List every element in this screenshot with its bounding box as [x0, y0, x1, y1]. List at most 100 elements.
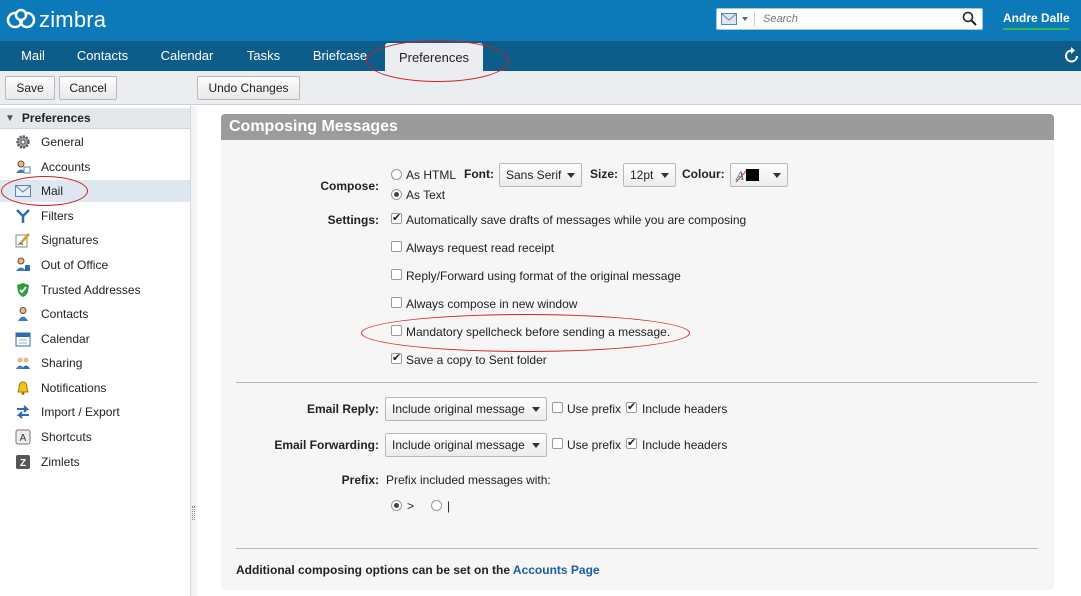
size-select[interactable]: 12pt [623, 163, 676, 187]
as-text-label[interactable]: As Text [406, 188, 445, 202]
reply-forward-format-label[interactable]: Reply/Forward using format of the origin… [406, 269, 681, 283]
email-forwarding-label: Email Forwarding: [274, 438, 379, 452]
tab-calendar[interactable]: Calendar [150, 41, 224, 71]
text-colour-icon: A [735, 168, 759, 183]
sidebar-item-general[interactable]: General [0, 131, 190, 153]
read-receipt-label[interactable]: Always request read receipt [406, 241, 554, 255]
zimbra-logo-icon [6, 8, 36, 29]
collapse-triangle-icon[interactable]: ▼ [5, 113, 15, 124]
keyboard-icon: A [14, 428, 32, 446]
font-value: Sans Serif [506, 168, 562, 182]
mandatory-spellcheck-label[interactable]: Mandatory spellcheck before sending a me… [406, 325, 670, 339]
search-icon [962, 11, 977, 26]
chevron-down-icon [567, 173, 575, 178]
chevron-down-icon [742, 17, 748, 21]
chevron-down-icon [773, 173, 781, 178]
reply-forward-format-checkbox[interactable] [391, 269, 402, 280]
undo-changes-button[interactable]: Undo Changes [197, 76, 300, 100]
font-select[interactable]: Sans Serif [499, 163, 582, 187]
email-reply-label: Email Reply: [306, 402, 379, 416]
reply-use-prefix-label[interactable]: Use prefix [567, 402, 621, 416]
footer-note: Additional composing options can be set … [236, 563, 600, 577]
sidebar-item-sharing[interactable]: Sharing [0, 352, 190, 374]
filter-icon [14, 207, 32, 225]
prefix-pipe-label[interactable]: | [447, 499, 450, 513]
save-button[interactable]: Save [5, 76, 55, 100]
tab-preferences[interactable]: Preferences [385, 43, 483, 71]
as-html-radio[interactable] [391, 169, 402, 180]
sidebar-item-label: Trusted Addresses [41, 283, 141, 297]
chevron-down-icon [532, 443, 540, 448]
search-type-menu[interactable] [721, 12, 759, 26]
save-to-sent-label[interactable]: Save a copy to Sent folder [406, 353, 547, 367]
chevron-down-icon [661, 173, 669, 178]
font-label: Font: [464, 167, 494, 181]
sidebar-item-filters[interactable]: Filters [0, 205, 190, 227]
splitter-grip-icon[interactable] [192, 506, 195, 520]
search-button[interactable] [961, 10, 979, 28]
cancel-button[interactable]: Cancel [59, 76, 117, 100]
prefix-greater-than-radio[interactable] [391, 500, 402, 511]
user-status-bar [1003, 28, 1069, 30]
prefix-pipe-radio[interactable] [431, 500, 442, 511]
tab-tasks[interactable]: Tasks [236, 41, 291, 71]
calendar-icon [14, 330, 32, 348]
sidebar-item-calendar[interactable]: Calendar [0, 328, 190, 350]
divider [236, 548, 1038, 549]
compose-new-window-checkbox[interactable] [391, 297, 402, 308]
sidebar-item-import-export[interactable]: Import / Export [0, 401, 190, 423]
tab-mail[interactable]: Mail [8, 41, 58, 71]
refresh-button[interactable] [1064, 47, 1080, 65]
forward-include-headers-checkbox[interactable] [626, 436, 637, 449]
sidebar-item-contacts[interactable]: Contacts [0, 303, 190, 325]
email-reply-value: Include original message [392, 402, 525, 416]
as-html-label[interactable]: As HTML [406, 168, 456, 182]
preferences-sidebar: ▼ Preferences General Accounts Mail Filt… [0, 106, 191, 596]
zimbra-logo[interactable]: zimbra [6, 6, 106, 34]
chevron-down-icon [532, 407, 540, 412]
svg-text:A: A [735, 168, 744, 183]
reply-include-headers-checkbox[interactable] [626, 400, 637, 413]
sidebar-item-notifications[interactable]: Notifications [0, 377, 190, 399]
sidebar-item-mail[interactable]: Mail [0, 180, 190, 202]
sidebar-item-accounts[interactable]: Accounts [0, 156, 190, 178]
search-box [716, 8, 983, 30]
sidebar-item-trusted-addresses[interactable]: Trusted Addresses [0, 279, 190, 301]
footer-text: Additional composing options can be set … [236, 563, 513, 577]
forward-use-prefix-checkbox[interactable] [552, 438, 563, 449]
tab-briefcase[interactable]: Briefcase [302, 41, 378, 71]
tab-contacts[interactable]: Contacts [66, 41, 139, 71]
sidebar-item-label: Calendar [41, 332, 90, 346]
save-to-sent-checkbox[interactable] [391, 351, 402, 364]
user-menu[interactable]: Andre Dalle [1003, 11, 1070, 25]
email-reply-select[interactable]: Include original message [385, 397, 547, 421]
reply-include-headers-label[interactable]: Include headers [642, 402, 727, 416]
search-input[interactable] [763, 11, 958, 27]
read-receipt-checkbox[interactable] [391, 241, 402, 252]
accounts-page-link[interactable]: Accounts Page [513, 563, 600, 577]
mandatory-spellcheck-checkbox[interactable] [391, 325, 402, 336]
bell-icon [14, 379, 32, 397]
sidebar-item-shortcuts[interactable]: A Shortcuts [0, 426, 190, 448]
sidebar-header[interactable]: ▼ Preferences [0, 108, 190, 129]
sidebar-item-label: Import / Export [41, 405, 120, 419]
sidebar-item-label: Accounts [41, 160, 91, 174]
prefix-greater-than-label[interactable]: > [407, 499, 414, 513]
composing-panel: Compose: As HTML As Text Font: Sans Seri… [221, 140, 1054, 590]
sidebar-item-zimlets[interactable]: Z Zimlets [0, 451, 190, 473]
app-tab-bar: Mail Contacts Calendar Tasks Briefcase P… [0, 41, 1081, 71]
as-text-radio[interactable] [391, 189, 402, 200]
email-forwarding-select[interactable]: Include original message [385, 433, 547, 457]
auto-save-drafts-checkbox[interactable] [391, 211, 402, 224]
compose-new-window-label[interactable]: Always compose in new window [406, 297, 577, 311]
email-forwarding-value: Include original message [392, 438, 525, 452]
settings-label: Settings: [327, 213, 379, 227]
reply-use-prefix-checkbox[interactable] [552, 402, 563, 413]
forward-include-headers-label[interactable]: Include headers [642, 438, 727, 452]
sidebar-item-out-of-office[interactable]: Out of Office [0, 254, 190, 276]
sidebar-item-signatures[interactable]: Signatures [0, 229, 190, 251]
colour-picker[interactable]: A [730, 163, 788, 187]
auto-save-drafts-label[interactable]: Automatically save drafts of messages wh… [406, 213, 746, 227]
forward-use-prefix-label[interactable]: Use prefix [567, 438, 621, 452]
colour-label: Colour: [682, 167, 725, 181]
